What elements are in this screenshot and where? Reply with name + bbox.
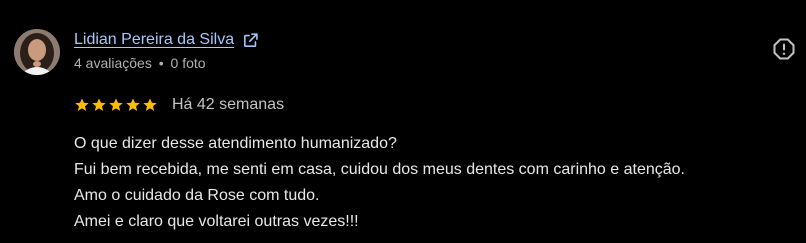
review-date: Há 42 semanas xyxy=(172,96,285,113)
review-card: Lidian Pereira da Silva 4 avaliações • 0… xyxy=(0,0,806,243)
star-icon xyxy=(142,97,158,113)
review-line: Amo o cuidado da Rose com tudo. xyxy=(74,187,320,204)
star-icon xyxy=(108,97,124,113)
author-profile-link[interactable]: Lidian Pereira da Silva xyxy=(74,31,259,49)
review-line: O que dizer desse atendimento humanizado… xyxy=(74,135,397,152)
avatar[interactable] xyxy=(14,29,60,75)
review-line: Amei e claro que voltarei outras vezes!!… xyxy=(74,213,359,230)
star-icon xyxy=(91,97,107,113)
review-line: Fui bem recebida, me senti em casa, cuid… xyxy=(74,161,685,178)
external-link-icon[interactable] xyxy=(242,32,259,49)
author-stats: 4 avaliações • 0 foto xyxy=(74,55,206,71)
star-icon xyxy=(74,97,90,113)
review-text: O que dizer desse atendimento humanizado… xyxy=(74,131,685,235)
meta-separator: • xyxy=(158,55,164,71)
star-icon xyxy=(125,97,141,113)
rating-row: Há 42 semanas xyxy=(74,95,284,115)
report-icon[interactable] xyxy=(772,37,796,61)
star-rating xyxy=(74,97,158,113)
photos-count: 0 foto xyxy=(170,55,206,71)
author-name[interactable]: Lidian Pereira da Silva xyxy=(74,31,234,49)
reviews-count: 4 avaliações xyxy=(74,55,152,71)
